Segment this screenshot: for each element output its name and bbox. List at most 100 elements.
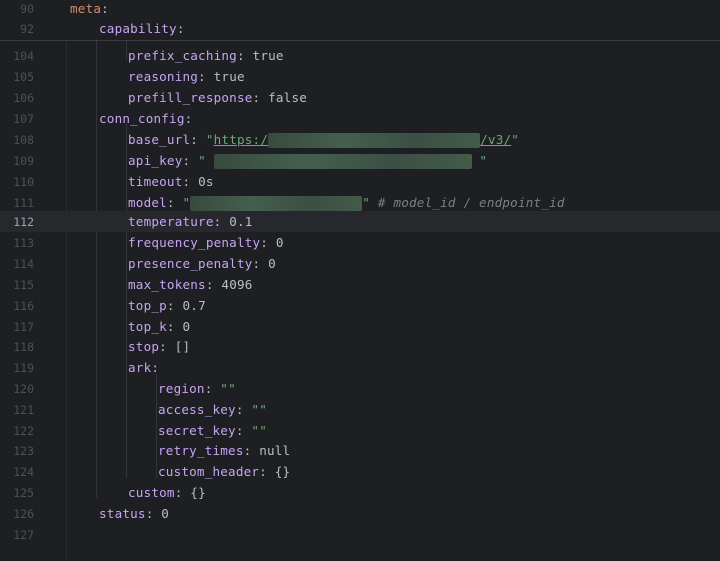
yaml-value: 0	[275, 235, 284, 250]
yaml-value: 0.7	[182, 298, 206, 313]
code-line[interactable]: 114 presence_penalty: 0	[0, 253, 720, 274]
code-line[interactable]: 111 model: " " # model_id / endpoint_id	[0, 192, 720, 213]
line-number: 92	[20, 21, 34, 36]
yaml-value: 4096	[221, 277, 253, 292]
code-line[interactable]: 121 access_key: ""	[0, 399, 720, 420]
code-line[interactable]: 124 custom_header: {}	[0, 461, 720, 482]
yaml-value: true	[213, 69, 245, 84]
yaml-key: temperature	[128, 214, 214, 229]
redacted-block	[268, 132, 481, 148]
yaml-key: api_key	[128, 152, 183, 168]
line-number: 121	[13, 402, 34, 417]
yaml-value: {}	[274, 464, 291, 479]
code-line[interactable]: 119 ark:	[0, 357, 720, 378]
yaml-key: frequency_penalty	[128, 235, 261, 250]
line-number: 113	[13, 235, 34, 250]
yaml-key: region	[158, 381, 205, 396]
code-line[interactable]: 110 timeout: 0s	[0, 171, 720, 192]
yaml-key: custom_header	[158, 464, 260, 479]
yaml-value: []	[174, 339, 191, 354]
yaml-value: false	[268, 90, 308, 105]
code-comment: # model_id / endpoint_id	[377, 194, 565, 210]
line-number: 107	[13, 111, 34, 126]
code-line[interactable]: 115 max_tokens: 4096	[0, 274, 720, 295]
code-line[interactable]: 113 frequency_penalty: 0	[0, 232, 720, 253]
yaml-value: 0	[182, 319, 191, 334]
line-number: 114	[13, 256, 34, 271]
yaml-value: true	[252, 48, 284, 63]
line-number: 106	[13, 90, 34, 105]
code-line[interactable]: 117 top_k: 0	[0, 316, 720, 337]
yaml-key: top_p	[128, 298, 167, 313]
code-line-current[interactable]: 112 temperature: 0.1	[0, 211, 720, 232]
line-number: 123	[13, 443, 34, 458]
code-line[interactable]: 107 conn_config:	[0, 108, 720, 129]
yaml-key: ark	[128, 360, 152, 375]
line-number: 109	[13, 153, 34, 168]
line-number: 118	[13, 339, 34, 354]
yaml-value: 0	[161, 506, 170, 521]
code-line[interactable]: 122 secret_key: ""	[0, 420, 720, 441]
line-number: 115	[13, 277, 34, 292]
yaml-key: presence_penalty	[128, 256, 253, 271]
yaml-key: access_key	[158, 402, 236, 417]
yaml-value: ""	[251, 423, 267, 438]
code-line[interactable]: 109 api_key: " "	[0, 150, 720, 171]
yaml-key: max_tokens	[128, 277, 206, 292]
line-number: 122	[13, 423, 34, 438]
code-line[interactable]: 126 status: 0	[0, 503, 720, 524]
line-number: 126	[13, 506, 34, 521]
code-editor[interactable]: 104 prefix_caching: true 105 reasoning: …	[0, 0, 720, 561]
yaml-key: model	[128, 194, 167, 210]
yaml-key: prefix_caching	[128, 48, 237, 63]
line-number: 119	[13, 360, 34, 375]
code-line[interactable]: 106 prefill_response: false	[0, 87, 720, 108]
yaml-value: ""	[251, 402, 267, 417]
code-line[interactable]: 120 region: ""	[0, 378, 720, 399]
line-number: 116	[13, 298, 34, 313]
code-line[interactable]: 118 stop: []	[0, 336, 720, 357]
line-number: 90	[20, 1, 34, 16]
code-line[interactable]: 127	[0, 524, 720, 545]
yaml-value: 0s	[198, 174, 214, 189]
yaml-key: retry_times	[158, 443, 244, 458]
yaml-key: meta	[70, 1, 102, 16]
line-number: 104	[13, 48, 34, 63]
sticky-line[interactable]: 90 meta:	[0, 0, 720, 19]
sticky-scroll-header[interactable]: 90 meta: 92 capability:	[0, 0, 720, 41]
yaml-key: status	[99, 506, 146, 521]
line-number: 117	[13, 319, 34, 334]
code-line[interactable]: 105 reasoning: true	[0, 66, 720, 87]
yaml-key: custom	[128, 485, 175, 500]
code-line[interactable]: 108 base_url: "https://v3/"	[0, 129, 720, 150]
yaml-key: secret_key	[158, 423, 236, 438]
code-line[interactable]: 116 top_p: 0.7	[0, 295, 720, 316]
base-url-start[interactable]: https:/	[214, 132, 268, 147]
line-number: 105	[13, 69, 34, 84]
code-line[interactable]: 123 retry_times: null	[0, 440, 720, 461]
yaml-value: {}	[190, 485, 206, 500]
line-number: 110	[13, 174, 34, 189]
yaml-value: ""	[220, 381, 236, 396]
line-number: 120	[13, 381, 34, 396]
yaml-key: conn_config	[99, 111, 185, 126]
yaml-key: capability	[99, 21, 177, 36]
redacted-block	[213, 153, 472, 169]
base-url-end[interactable]: /v3/	[480, 132, 511, 147]
code-line[interactable]: 104 prefix_caching: true	[0, 45, 720, 66]
line-number: 125	[13, 485, 34, 500]
yaml-key: base_url	[128, 131, 191, 147]
line-number: 111	[13, 195, 34, 210]
yaml-key: prefill_response	[128, 90, 253, 105]
yaml-value: 0	[268, 256, 276, 271]
line-number: 112	[13, 214, 34, 229]
redacted-block	[190, 195, 363, 211]
line-number: 127	[13, 527, 34, 542]
yaml-key: stop	[128, 339, 160, 354]
sticky-line[interactable]: 92 capability:	[0, 18, 720, 39]
yaml-key: top_k	[128, 319, 167, 334]
code-line[interactable]: 125 custom: {}	[0, 482, 720, 503]
yaml-value: 0.1	[229, 214, 253, 229]
yaml-key: timeout	[128, 174, 183, 189]
yaml-value: null	[259, 443, 291, 458]
